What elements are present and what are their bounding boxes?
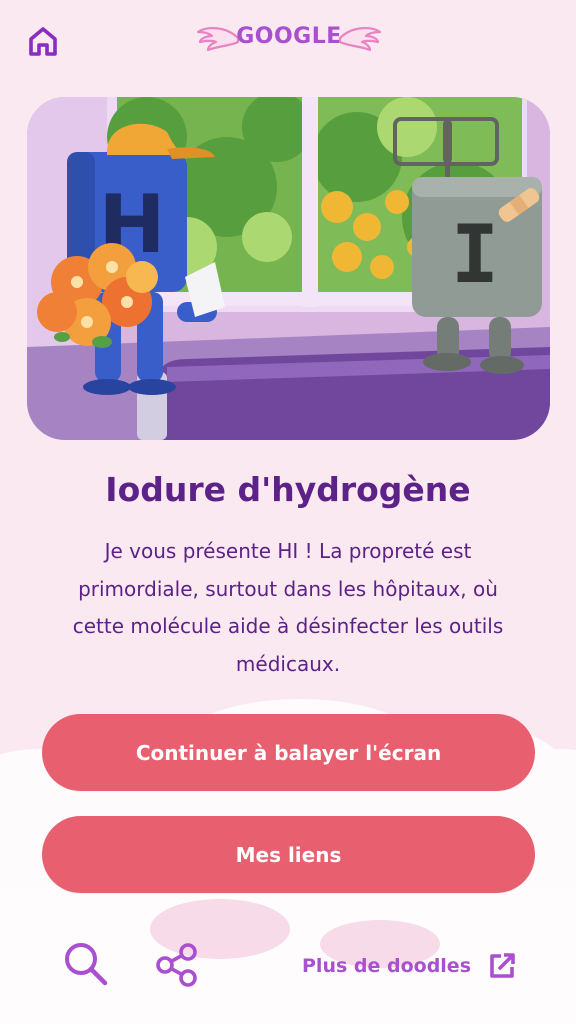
google-logo[interactable]: GOOGLE	[196, 18, 382, 62]
hero-illustration: H I	[27, 97, 550, 440]
continue-swiping-button[interactable]: Continuer à balayer l'écran	[42, 714, 535, 791]
my-links-label: Mes liens	[235, 842, 342, 867]
right-wing-icon	[338, 26, 382, 52]
share-button[interactable]	[155, 942, 201, 988]
more-doodles-link[interactable]: Plus de doodles	[302, 950, 517, 982]
card-title: Iodure d'hydrogène	[105, 470, 471, 509]
search-icon	[65, 943, 108, 986]
header: GOOGLE	[0, 0, 576, 80]
card-description: Je vous présente HI ! La propreté est pr…	[72, 539, 504, 676]
my-links-button[interactable]: Mes liens	[42, 816, 535, 893]
share-icon	[156, 943, 197, 987]
external-link-icon	[490, 953, 515, 978]
home-icon	[29, 27, 57, 56]
home-button[interactable]	[26, 24, 60, 58]
more-doodles-label: Plus de doodles	[302, 955, 472, 977]
footer: Plus de doodles	[0, 930, 576, 1000]
continue-swiping-label: Continuer à balayer l'écran	[135, 740, 442, 765]
search-button[interactable]	[62, 940, 110, 988]
